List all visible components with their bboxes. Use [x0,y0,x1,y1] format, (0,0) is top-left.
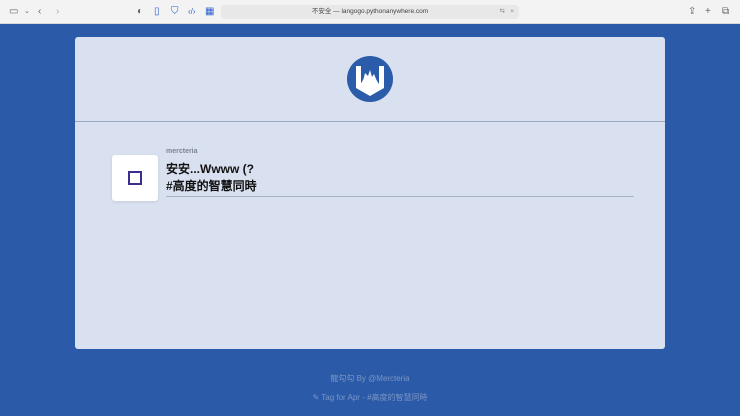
close-icon[interactable]: × [510,5,514,19]
post-thumbnail[interactable] [112,155,158,201]
divider [75,121,665,122]
extension-icon[interactable]: ▯ [154,5,160,19]
post-underline [166,196,634,197]
share-icon[interactable]: ⇪ [688,5,696,19]
tabs-icon[interactable]: ⧉ [722,5,729,19]
url-text: 不安全 — langogo.pythonanywhere.com [311,8,429,15]
new-tab-icon[interactable]: + [705,5,711,19]
code-icon[interactable]: ‹/› [188,5,196,19]
main-card: mercteria 安安...Wwww (? #高度的智慧同時 [75,37,665,349]
footer-credit[interactable]: 龍勾勾 By @Mercteria [0,373,740,384]
post-title-line: 安安...Wwww (? [166,162,254,176]
shield-icon[interactable]: ⛉ [171,5,179,19]
address-bar[interactable]: 不安全 — langogo.pythonanywhere.com ⇆ × [221,5,519,19]
post-username[interactable]: mercteria [166,148,198,155]
square-icon [128,171,142,185]
contrast-icon[interactable]: ◐ [137,5,143,19]
footer-tag[interactable]: ✎ Tag for Apr - #高度的智慧同時 [0,392,740,403]
post-hashtag: #高度的智慧同時 [166,179,257,193]
post-title[interactable]: 安安...Wwww (? #高度的智慧同時 [166,161,257,195]
browser-toolbar: ▭ ⌄ ‹ › ◐ ▯ ⛉ ‹/› ▦ 不安全 — langogo.python… [0,0,740,24]
translate-icon[interactable]: ⇆ [500,5,505,19]
chevron-down-icon[interactable]: ⌄ [24,5,30,19]
logo-icon [347,56,393,102]
qr-icon[interactable]: ▦ [205,5,214,19]
sidebar-icon[interactable]: ▭ [9,5,18,19]
forward-icon[interactable]: › [56,5,59,19]
back-icon[interactable]: ‹ [38,5,41,19]
